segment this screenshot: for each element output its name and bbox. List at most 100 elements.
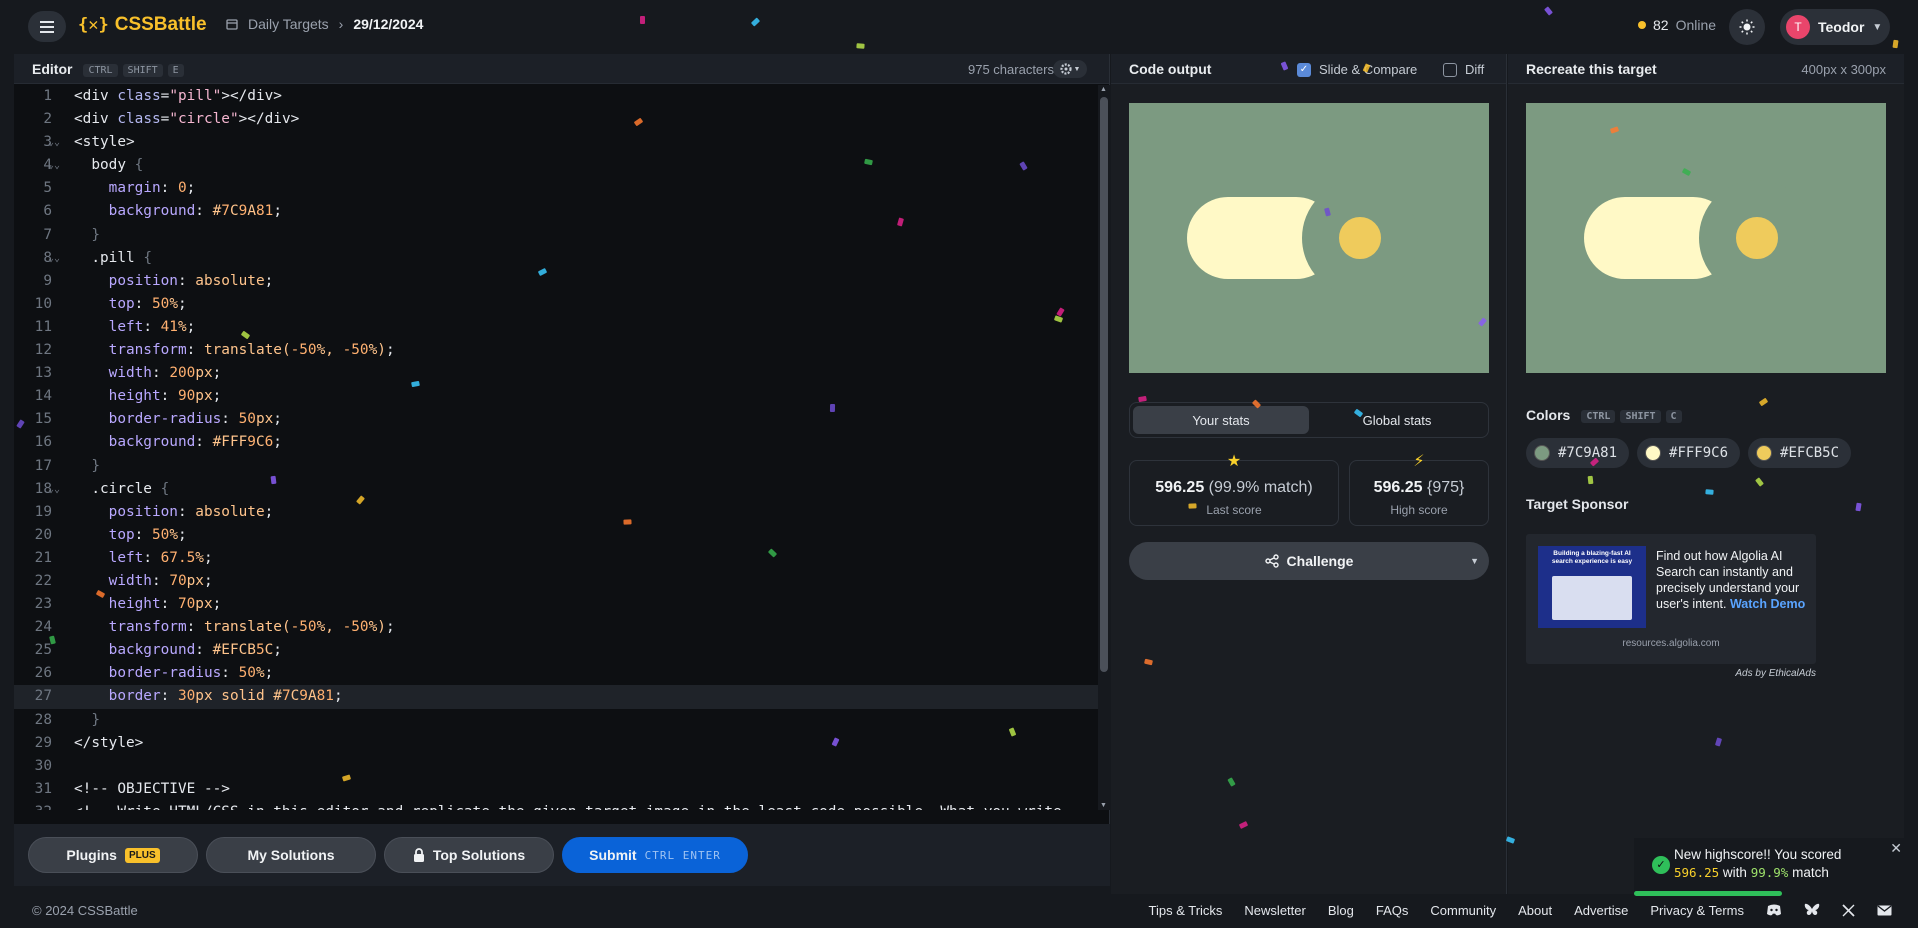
code-text: border-radius: 50%;	[108, 665, 274, 682]
footer-link-newsletter[interactable]: Newsletter	[1244, 903, 1305, 918]
code-line[interactable]: 9 position: absolute;	[14, 270, 1098, 293]
fold-icon[interactable]: ⌄⌄	[48, 247, 60, 270]
ad-image[interactable]: Building a blazing-fast AI search experi…	[1538, 546, 1646, 628]
plugins-button[interactable]: Plugins PLUS	[28, 837, 198, 873]
code-line[interactable]: 11 left: 41%;	[14, 316, 1098, 339]
top-solutions-button[interactable]: Top Solutions	[384, 837, 554, 873]
code-line[interactable]: 27 border: 30px solid #7C9A81;	[14, 685, 1098, 709]
code-line[interactable]: 28 }	[14, 709, 1098, 732]
code-text: top: 50%;	[108, 526, 187, 543]
code-line[interactable]: 25 background: #EFCB5C;	[14, 639, 1098, 662]
code-line[interactable]: 29 </style>	[14, 732, 1098, 755]
footer-link-privacy[interactable]: Privacy & Terms	[1650, 903, 1744, 918]
output-circle-shape	[1302, 180, 1418, 296]
code-line[interactable]: 19 position: absolute;	[14, 501, 1098, 524]
theme-toggle-button[interactable]	[1729, 9, 1765, 45]
footer-link-about[interactable]: About	[1518, 903, 1552, 918]
color-swatch[interactable]: #7C9A81	[1526, 438, 1630, 468]
high-score-label: High score	[1390, 503, 1448, 517]
footer-link-advertise[interactable]: Advertise	[1574, 903, 1628, 918]
target-image[interactable]	[1526, 103, 1886, 373]
code-line[interactable]: 8 ⌄⌄ .pill {	[14, 247, 1098, 270]
code-line[interactable]: 1 <div class="pill"></div>	[14, 85, 1098, 108]
fold-icon[interactable]: ⌄⌄	[48, 478, 60, 501]
scrollbar-thumb[interactable]	[1100, 97, 1108, 672]
code-line[interactable]: 3 ⌄⌄ <style>	[14, 131, 1098, 154]
caret-down-icon[interactable]: ▼	[1470, 556, 1479, 566]
code-line[interactable]: 31 <!-- OBJECTIVE -->	[14, 778, 1098, 801]
footer-link-community[interactable]: Community	[1430, 903, 1496, 918]
line-number: 6	[43, 203, 52, 220]
code-text: width: 70px;	[108, 572, 213, 589]
sponsor-ad[interactable]: Building a blazing-fast AI search experi…	[1526, 534, 1816, 664]
footer-link-tips[interactable]: Tips & Tricks	[1149, 903, 1223, 918]
scroll-up-icon[interactable]: ▲	[1100, 86, 1107, 93]
line-number: 19	[34, 503, 52, 520]
editor-settings-button[interactable]: ▼	[1053, 60, 1087, 78]
logo[interactable]: {✕} CSSBattle	[78, 14, 207, 36]
code-line[interactable]: 23 height: 70px;	[14, 593, 1098, 616]
close-icon[interactable]: ✕	[1890, 840, 1902, 857]
code-line[interactable]: 32 <!-- Write HTML/CSS in this editor and…	[14, 801, 1098, 810]
code-line[interactable]: 22 width: 70px;	[14, 570, 1098, 593]
code-line[interactable]: 10 top: 50%;	[14, 293, 1098, 316]
editor-scrollbar[interactable]: ▲ ▼	[1098, 85, 1110, 810]
ad-screenshot-graphic	[1552, 576, 1632, 620]
code-line[interactable]: 30	[14, 755, 1098, 778]
tab-global-stats[interactable]: Global stats	[1309, 406, 1485, 434]
code-line[interactable]: 6 background: #7C9A81;	[14, 200, 1098, 223]
line-number: 30	[34, 757, 52, 774]
diff-checkbox[interactable]	[1443, 62, 1457, 77]
code-line[interactable]: 20 top: 50%;	[14, 524, 1098, 547]
online-indicator: 82 Online	[1638, 17, 1716, 33]
code-line[interactable]: 21 left: 67.5%;	[14, 547, 1098, 570]
my-solutions-button[interactable]: My Solutions	[206, 837, 376, 873]
ad-watch-demo-link[interactable]: Watch Demo	[1730, 597, 1805, 611]
color-swatch[interactable]: #FFF9C6	[1637, 438, 1741, 468]
line-number: 14	[34, 388, 52, 405]
line-number: 22	[34, 572, 52, 589]
code-text: background: #7C9A81;	[108, 203, 282, 220]
code-line[interactable]: 17 }	[14, 455, 1098, 478]
ads-by-label[interactable]: Ads by EthicalAds	[1526, 668, 1816, 679]
ad-domain[interactable]: resources.algolia.com	[1526, 638, 1816, 649]
slide-compare-checkbox[interactable]: ✓	[1297, 62, 1311, 77]
tab-your-stats[interactable]: Your stats	[1133, 406, 1309, 434]
discord-icon[interactable]	[1766, 904, 1782, 916]
code-line[interactable]: 13 width: 200px;	[14, 362, 1098, 385]
x-twitter-icon[interactable]	[1842, 903, 1855, 917]
code-line[interactable]: 18 ⌄⌄ .circle {	[14, 478, 1098, 501]
code-line[interactable]: 7 }	[14, 224, 1098, 247]
challenge-button[interactable]: Challenge ▼	[1129, 542, 1489, 580]
submit-button[interactable]: Submit CTRL ENTER	[562, 837, 748, 873]
email-icon[interactable]	[1877, 904, 1892, 916]
footer-link-blog[interactable]: Blog	[1328, 903, 1354, 918]
line-number: 13	[34, 365, 52, 382]
slide-compare-toggle[interactable]: ✓ Slide & Compare	[1297, 62, 1417, 77]
code-line[interactable]: 4 ⌄⌄ body {	[14, 154, 1098, 177]
menu-button[interactable]	[28, 11, 66, 42]
color-swatch[interactable]: #EFCB5C	[1748, 438, 1852, 468]
code-line[interactable]: 5 margin: 0;	[14, 177, 1098, 200]
code-line[interactable]: 16 background: #FFF9C6;	[14, 431, 1098, 454]
code-line[interactable]: 24 transform: translate(-50%, -50%);	[14, 616, 1098, 639]
fold-icon[interactable]: ⌄⌄	[48, 131, 60, 154]
footer-link-faqs[interactable]: FAQs	[1376, 903, 1409, 918]
code-line[interactable]: 14 height: 90px;	[14, 385, 1098, 408]
code-text: <div class="pill"></div>	[74, 88, 282, 104]
diff-toggle[interactable]: Diff	[1443, 62, 1484, 77]
bluesky-icon[interactable]	[1804, 903, 1820, 917]
code-line[interactable]: 26 border-radius: 50%;	[14, 662, 1098, 685]
scroll-down-icon[interactable]: ▼	[1100, 802, 1107, 809]
fold-icon[interactable]: ⌄⌄	[48, 154, 60, 177]
code-editor[interactable]: 1 <div class="pill"></div> 2 <div class="ci…	[14, 85, 1098, 810]
code-line[interactable]: 2 <div class="circle"></div>	[14, 108, 1098, 131]
editor-title: Editor	[32, 60, 73, 77]
challenge-label: Challenge	[1286, 553, 1354, 569]
breadcrumb-parent[interactable]: Daily Targets	[248, 16, 329, 32]
code-line[interactable]: 12 transform: translate(-50%, -50%);	[14, 339, 1098, 362]
editor-actions: Plugins PLUS My Solutions Top Solutions …	[14, 824, 1110, 886]
user-menu-button[interactable]: T Teodor ▼	[1780, 9, 1890, 45]
code-line[interactable]: 15 border-radius: 50px;	[14, 408, 1098, 431]
code-output-canvas[interactable]	[1129, 103, 1489, 373]
